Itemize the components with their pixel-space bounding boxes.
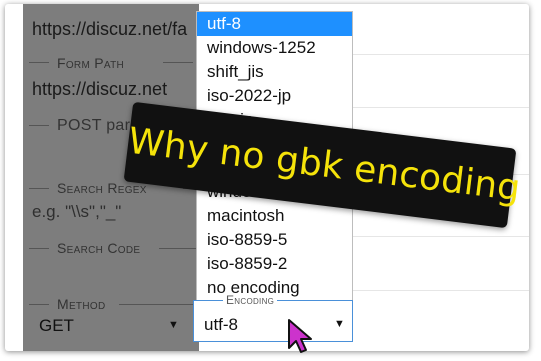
url-input[interactable]: https://discuz.net/fa xyxy=(32,19,197,40)
encoding-option[interactable]: iso-8859-2 xyxy=(197,252,352,276)
search-regex-input[interactable]: e.g. "\\s","_" xyxy=(32,202,121,222)
encoding-option[interactable]: shift_jis xyxy=(197,60,352,84)
method-legend: Method xyxy=(57,296,106,312)
mouse-cursor-icon xyxy=(288,319,312,353)
search-code-legend: Search Code xyxy=(57,240,141,256)
encoding-option[interactable]: utf-8 xyxy=(197,12,352,36)
encoding-option[interactable]: iso-8859-5 xyxy=(197,228,352,252)
encoding-caret-icon: ▼ xyxy=(334,318,345,330)
encoding-legend: Encoding xyxy=(223,293,278,307)
post-params-legend: POST par xyxy=(57,117,131,134)
form-path-legend: Form Path xyxy=(57,55,125,71)
encoding-select-value: utf-8 xyxy=(204,315,239,334)
method-select[interactable]: GET xyxy=(39,316,74,336)
form-path-input[interactable]: https://discuz.net xyxy=(32,79,197,100)
encoding-option[interactable]: macintosh xyxy=(197,204,352,228)
encoding-option[interactable]: windows-1252 xyxy=(197,36,352,60)
method-caret-icon: ▼ xyxy=(168,319,179,331)
encoding-option[interactable]: iso-2022-jp xyxy=(197,84,352,108)
